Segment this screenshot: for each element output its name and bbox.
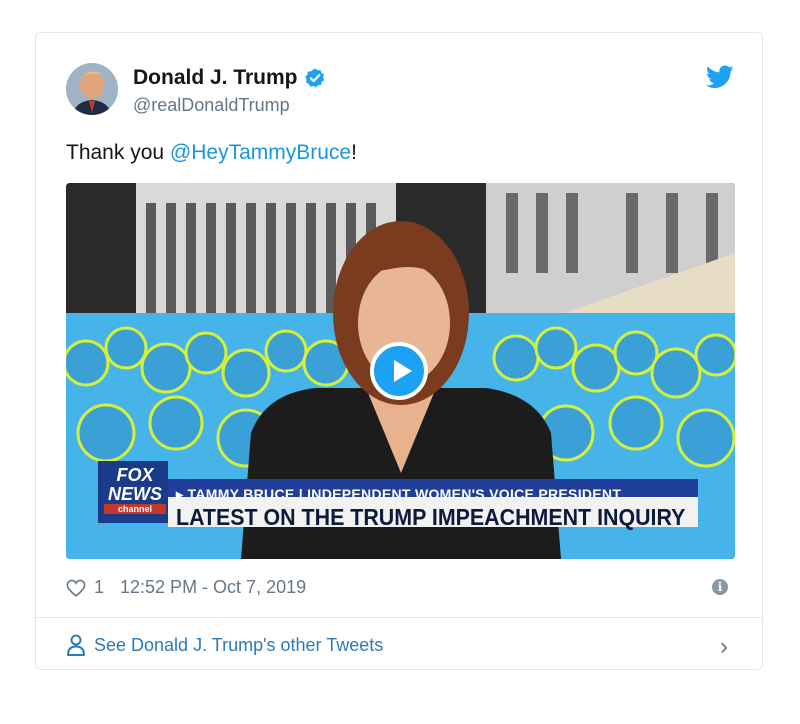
heart-icon[interactable] [66,579,86,597]
play-icon[interactable] [370,342,428,400]
chyron-headline: LATEST ON THE TRUMP IMPEACHMENT INQUIRY [176,504,686,530]
verified-badge-icon [304,68,324,88]
mention-link[interactable]: @HeyTammyBruce [170,141,351,164]
info-icon[interactable]: i [712,579,728,595]
fox-news-logo: FOX NEWS channel [104,466,166,514]
tweet-timestamp[interactable]: 12:52 PM - Oct 7, 2019 [120,577,306,598]
avatar[interactable] [66,63,118,115]
tweet-text-suffix: ! [351,141,357,164]
logo-line3: channel [104,504,166,514]
video-player[interactable]: FOX NEWS channel ▸ TAMMY BRUCE | INDEPEN… [66,183,735,559]
divider [36,617,762,618]
see-other-tweets-label[interactable]: See Donald J. Trump's other Tweets [94,635,383,656]
chyron-subtitle: ▸ TAMMY BRUCE | INDEPENDENT WOMEN'S VOIC… [176,486,622,502]
chevron-right-icon[interactable]: › [720,633,728,661]
author-name[interactable]: Donald J. Trump [133,66,326,90]
logo-line2: NEWS [108,484,162,504]
tweet-text: Thank you @HeyTammyBruce! [66,141,357,165]
tweet-card: Donald J. Trump @realDonaldTrump Thank y… [35,32,763,670]
tweet-meta: 1 12:52 PM - Oct 7, 2019 [66,577,306,598]
see-other-tweets-link[interactable]: See Donald J. Trump's other Tweets [66,634,383,656]
author-handle[interactable]: @realDonaldTrump [133,95,290,116]
logo-line1: FOX [116,465,154,485]
tweet-text-prefix: Thank you [66,141,170,164]
person-icon [67,634,85,656]
twitter-bird-icon[interactable] [706,65,734,89]
like-count[interactable]: 1 [94,577,104,598]
author-name-text[interactable]: Donald J. Trump [133,66,298,90]
